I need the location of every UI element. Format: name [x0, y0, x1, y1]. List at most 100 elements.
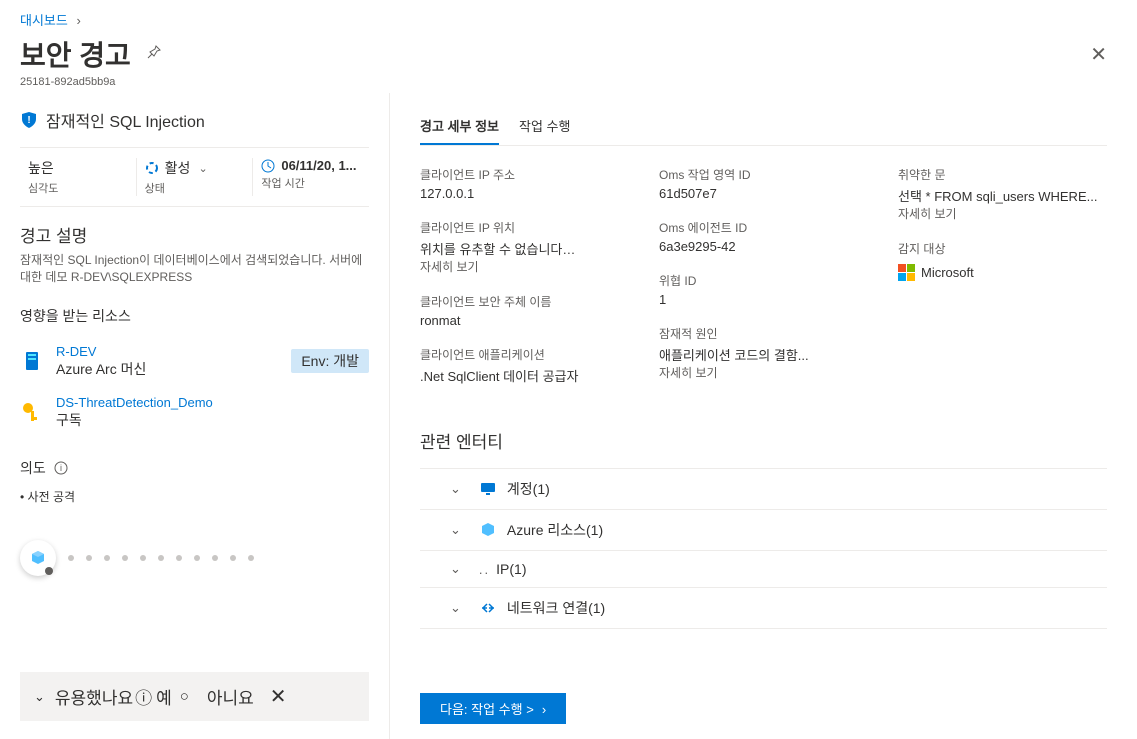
info-icon[interactable]: i	[54, 461, 68, 475]
potential-cause-value: 애플리케이션 코드의 결함...	[659, 345, 868, 364]
dots-icon: ..	[479, 562, 490, 577]
page-subtitle: 25181-892ad5bb9a	[20, 76, 1117, 88]
severity-label: 심각도	[28, 180, 128, 196]
resource-name[interactable]: DS-ThreatDetection_Demo	[56, 395, 213, 410]
timeline-dot	[212, 555, 218, 561]
next-action-button[interactable]: 다음: 작업 수행 >›	[420, 693, 566, 724]
gear-icon	[44, 564, 54, 574]
affected-resources-label: 영향을 받는 리소스	[20, 306, 369, 326]
chevron-down-icon: ⌄	[450, 561, 461, 577]
shield-icon: !	[20, 111, 38, 129]
client-ip-value: 127.0.0.1	[420, 186, 629, 201]
svg-text:i: i	[60, 463, 62, 473]
tabs: 경고 세부 정보 작업 수행	[420, 108, 1107, 146]
radio-icon[interactable]: ○	[180, 688, 189, 705]
timeline-dot	[176, 555, 182, 561]
threat-id-label: 위협 ID	[659, 272, 868, 289]
alert-title: 잠재적인 SQL Injection	[46, 108, 205, 132]
clock-icon	[261, 159, 275, 173]
description-text: 잠재적인 SQL Injection이 데이터베이스에서 검색되었습니다. 서버…	[20, 252, 369, 286]
close-icon[interactable]: ✕	[1090, 42, 1107, 67]
timeline-dot	[230, 555, 236, 561]
client-principal-value: ronmat	[420, 313, 629, 328]
time-label: 작업 시간	[261, 175, 361, 191]
chevron-down-icon: ⌄	[198, 162, 207, 175]
entities-heading: 관련 엔터티	[420, 428, 1107, 453]
feedback-yes[interactable]: 예	[156, 684, 172, 709]
status-value: 활성	[165, 158, 191, 178]
timeline-dot	[140, 555, 146, 561]
entity-row-network[interactable]: ⌄ 네트워크 연결(1)	[420, 587, 1107, 629]
timeline-start-node[interactable]	[20, 540, 56, 576]
detected-by-value: Microsoft	[898, 264, 974, 281]
timeline-dot	[122, 555, 128, 561]
resource-row[interactable]: DS-ThreatDetection_Demo 구독	[20, 387, 369, 438]
entity-name: 네트워크 연결(1)	[507, 598, 605, 618]
intent-label: 의도	[20, 458, 46, 478]
status-cell[interactable]: 활성 ⌄ 상태	[136, 158, 253, 196]
timeline-dot	[158, 555, 164, 561]
timeline-dot	[68, 555, 74, 561]
close-icon[interactable]: ✕	[270, 684, 287, 709]
monitor-icon	[479, 480, 497, 498]
timeline-dot	[104, 555, 110, 561]
info-bar: 높은 심각도 활성 ⌄ 상태	[20, 147, 369, 207]
feedback-bar: ⌄ 유용했나요 ⓘ 예 ○ 아니요 ✕	[20, 672, 369, 721]
status-label: 상태	[145, 180, 245, 196]
oms-agent-label: Oms 에이전트 ID	[659, 219, 868, 236]
microsoft-logo-icon	[898, 264, 915, 281]
timeline-dot	[86, 555, 92, 561]
breadcrumb-item[interactable]: 대시보드	[20, 13, 68, 28]
server-icon	[20, 349, 44, 373]
chevron-down-icon[interactable]: ⌄	[34, 689, 45, 705]
threat-id-value: 1	[659, 292, 868, 307]
time-value: 06/11/20, 1...	[281, 158, 356, 173]
resource-type: Azure Arc 머신	[56, 359, 146, 379]
oms-workspace-label: Oms 작업 영역 ID	[659, 166, 868, 183]
help-icon[interactable]: ⓘ	[135, 684, 152, 709]
entity-name: 계정(1)	[507, 479, 550, 499]
feedback-no[interactable]: 아니요	[207, 684, 254, 709]
oms-agent-value: 6a3e9295-42	[659, 239, 868, 254]
timeline	[20, 540, 369, 576]
chevron-right-icon: ›	[542, 702, 546, 717]
description-heading: 경고 설명	[20, 222, 369, 247]
timeline-dot	[194, 555, 200, 561]
breadcrumb: 대시보드 ›	[20, 10, 1117, 29]
network-icon	[479, 599, 497, 617]
chevron-down-icon: ⌄	[450, 522, 461, 538]
client-app-label: 클라이언트 애플리케이션	[420, 346, 629, 363]
entity-row-account[interactable]: ⌄ 계정(1)	[420, 468, 1107, 509]
client-ip-label: 클라이언트 IP 주소	[420, 166, 629, 183]
resource-name[interactable]: R-DEV	[56, 344, 146, 359]
oms-workspace-value: 61d507e7	[659, 186, 868, 201]
env-tag: Env: 개발	[291, 349, 369, 373]
entity-row-azure[interactable]: ⌄ Azure 리소스(1)	[420, 509, 1107, 550]
client-loc-more[interactable]: 자세히 보기	[420, 258, 629, 275]
potential-cause-more[interactable]: 자세히 보기	[659, 364, 868, 381]
vulnerable-stmt-value: 선택 * FROM sqli_users WHERE...	[898, 186, 1107, 205]
client-app-value: .Net SqlClient 데이터 공급자	[420, 366, 629, 385]
intent-bullet: 사전 공격	[20, 488, 369, 505]
spinner-icon	[145, 161, 159, 175]
entity-row-ip[interactable]: ⌄ .. IP(1)	[420, 550, 1107, 587]
severity-value: 높은	[28, 158, 128, 178]
entity-name: IP(1)	[496, 561, 526, 577]
entity-name: Azure 리소스(1)	[507, 520, 603, 540]
svg-text:!: !	[27, 115, 30, 126]
resource-type: 구독	[56, 410, 213, 430]
tab-actions[interactable]: 작업 수행	[519, 108, 570, 145]
page-title: 보안 경고	[20, 34, 131, 74]
client-loc-value: 위치를 유추할 수 없습니다…	[420, 239, 629, 258]
resource-row[interactable]: R-DEV Azure Arc 머신 Env: 개발	[20, 336, 369, 387]
client-loc-label: 클라이언트 IP 위치	[420, 219, 629, 236]
client-principal-label: 클라이언트 보안 주체 이름	[420, 293, 629, 310]
pin-icon[interactable]	[146, 44, 162, 65]
cube-icon	[479, 521, 497, 539]
timeline-dot	[248, 555, 254, 561]
tab-details[interactable]: 경고 세부 정보	[420, 108, 499, 145]
potential-cause-label: 잠재적 원인	[659, 325, 868, 342]
vulnerable-stmt-more[interactable]: 자세히 보기	[898, 205, 1107, 222]
chevron-down-icon: ⌄	[450, 600, 461, 616]
feedback-question: 유용했나요	[55, 684, 133, 709]
